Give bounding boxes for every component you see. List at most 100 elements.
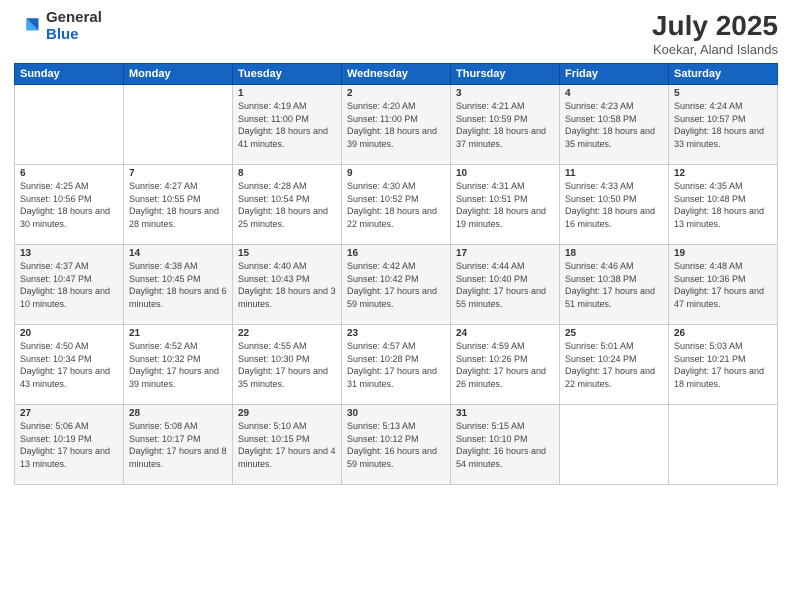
header-wednesday: Wednesday bbox=[342, 64, 451, 85]
day-info: Sunrise: 5:06 AM Sunset: 10:19 PM Daylig… bbox=[20, 420, 118, 470]
logo-icon bbox=[14, 13, 42, 41]
day-number: 20 bbox=[20, 328, 118, 339]
day-number: 15 bbox=[238, 248, 336, 259]
day-cell-3-0: 20Sunrise: 4:50 AM Sunset: 10:34 PM Dayl… bbox=[15, 325, 124, 405]
day-info: Sunrise: 5:15 AM Sunset: 10:10 PM Daylig… bbox=[456, 420, 554, 470]
header-friday: Friday bbox=[560, 64, 669, 85]
day-number: 19 bbox=[674, 248, 772, 259]
day-cell-0-1 bbox=[124, 85, 233, 165]
day-number: 5 bbox=[674, 88, 772, 99]
day-number: 17 bbox=[456, 248, 554, 259]
day-info: Sunrise: 4:23 AM Sunset: 10:58 PM Daylig… bbox=[565, 100, 663, 150]
day-cell-4-1: 28Sunrise: 5:08 AM Sunset: 10:17 PM Dayl… bbox=[124, 405, 233, 485]
day-info: Sunrise: 5:13 AM Sunset: 10:12 PM Daylig… bbox=[347, 420, 445, 470]
day-info: Sunrise: 4:20 AM Sunset: 11:00 PM Daylig… bbox=[347, 100, 445, 150]
day-number: 23 bbox=[347, 328, 445, 339]
day-cell-4-6 bbox=[669, 405, 778, 485]
logo-blue-text: Blue bbox=[46, 27, 102, 44]
day-info: Sunrise: 4:19 AM Sunset: 11:00 PM Daylig… bbox=[238, 100, 336, 150]
header-monday: Monday bbox=[124, 64, 233, 85]
day-number: 21 bbox=[129, 328, 227, 339]
day-info: Sunrise: 4:25 AM Sunset: 10:56 PM Daylig… bbox=[20, 180, 118, 230]
day-number: 30 bbox=[347, 408, 445, 419]
day-cell-3-4: 24Sunrise: 4:59 AM Sunset: 10:26 PM Dayl… bbox=[451, 325, 560, 405]
day-cell-1-3: 9Sunrise: 4:30 AM Sunset: 10:52 PM Dayli… bbox=[342, 165, 451, 245]
day-cell-2-3: 16Sunrise: 4:42 AM Sunset: 10:42 PM Dayl… bbox=[342, 245, 451, 325]
header-thursday: Thursday bbox=[451, 64, 560, 85]
day-info: Sunrise: 4:27 AM Sunset: 10:55 PM Daylig… bbox=[129, 180, 227, 230]
day-cell-1-1: 7Sunrise: 4:27 AM Sunset: 10:55 PM Dayli… bbox=[124, 165, 233, 245]
day-number: 13 bbox=[20, 248, 118, 259]
day-cell-1-0: 6Sunrise: 4:25 AM Sunset: 10:56 PM Dayli… bbox=[15, 165, 124, 245]
day-info: Sunrise: 4:52 AM Sunset: 10:32 PM Daylig… bbox=[129, 340, 227, 390]
day-info: Sunrise: 4:57 AM Sunset: 10:28 PM Daylig… bbox=[347, 340, 445, 390]
day-cell-0-6: 5Sunrise: 4:24 AM Sunset: 10:57 PM Dayli… bbox=[669, 85, 778, 165]
location: Koekar, Aland Islands bbox=[652, 42, 778, 57]
day-info: Sunrise: 5:03 AM Sunset: 10:21 PM Daylig… bbox=[674, 340, 772, 390]
day-info: Sunrise: 5:08 AM Sunset: 10:17 PM Daylig… bbox=[129, 420, 227, 470]
week-row-5: 27Sunrise: 5:06 AM Sunset: 10:19 PM Dayl… bbox=[15, 405, 778, 485]
day-cell-1-6: 12Sunrise: 4:35 AM Sunset: 10:48 PM Dayl… bbox=[669, 165, 778, 245]
weekday-header-row: Sunday Monday Tuesday Wednesday Thursday… bbox=[15, 64, 778, 85]
day-number: 26 bbox=[674, 328, 772, 339]
day-info: Sunrise: 4:55 AM Sunset: 10:30 PM Daylig… bbox=[238, 340, 336, 390]
day-number: 28 bbox=[129, 408, 227, 419]
week-row-4: 20Sunrise: 4:50 AM Sunset: 10:34 PM Dayl… bbox=[15, 325, 778, 405]
day-info: Sunrise: 4:48 AM Sunset: 10:36 PM Daylig… bbox=[674, 260, 772, 310]
logo-text: General Blue bbox=[46, 10, 102, 43]
day-cell-4-3: 30Sunrise: 5:13 AM Sunset: 10:12 PM Dayl… bbox=[342, 405, 451, 485]
day-cell-1-2: 8Sunrise: 4:28 AM Sunset: 10:54 PM Dayli… bbox=[233, 165, 342, 245]
day-number: 6 bbox=[20, 168, 118, 179]
day-cell-3-5: 25Sunrise: 5:01 AM Sunset: 10:24 PM Dayl… bbox=[560, 325, 669, 405]
day-cell-3-3: 23Sunrise: 4:57 AM Sunset: 10:28 PM Dayl… bbox=[342, 325, 451, 405]
header: General Blue July 2025 Koekar, Aland Isl… bbox=[14, 10, 778, 57]
day-number: 22 bbox=[238, 328, 336, 339]
day-cell-0-5: 4Sunrise: 4:23 AM Sunset: 10:58 PM Dayli… bbox=[560, 85, 669, 165]
day-number: 10 bbox=[456, 168, 554, 179]
day-info: Sunrise: 5:01 AM Sunset: 10:24 PM Daylig… bbox=[565, 340, 663, 390]
day-number: 7 bbox=[129, 168, 227, 179]
day-cell-0-4: 3Sunrise: 4:21 AM Sunset: 10:59 PM Dayli… bbox=[451, 85, 560, 165]
day-number: 9 bbox=[347, 168, 445, 179]
day-info: Sunrise: 4:40 AM Sunset: 10:43 PM Daylig… bbox=[238, 260, 336, 310]
day-info: Sunrise: 4:44 AM Sunset: 10:40 PM Daylig… bbox=[456, 260, 554, 310]
week-row-2: 6Sunrise: 4:25 AM Sunset: 10:56 PM Dayli… bbox=[15, 165, 778, 245]
header-tuesday: Tuesday bbox=[233, 64, 342, 85]
day-number: 11 bbox=[565, 168, 663, 179]
day-number: 8 bbox=[238, 168, 336, 179]
day-info: Sunrise: 5:10 AM Sunset: 10:15 PM Daylig… bbox=[238, 420, 336, 470]
day-cell-2-5: 18Sunrise: 4:46 AM Sunset: 10:38 PM Dayl… bbox=[560, 245, 669, 325]
day-number: 16 bbox=[347, 248, 445, 259]
day-info: Sunrise: 4:24 AM Sunset: 10:57 PM Daylig… bbox=[674, 100, 772, 150]
day-info: Sunrise: 4:35 AM Sunset: 10:48 PM Daylig… bbox=[674, 180, 772, 230]
day-cell-2-1: 14Sunrise: 4:38 AM Sunset: 10:45 PM Dayl… bbox=[124, 245, 233, 325]
day-info: Sunrise: 4:37 AM Sunset: 10:47 PM Daylig… bbox=[20, 260, 118, 310]
day-cell-2-2: 15Sunrise: 4:40 AM Sunset: 10:43 PM Dayl… bbox=[233, 245, 342, 325]
day-info: Sunrise: 4:50 AM Sunset: 10:34 PM Daylig… bbox=[20, 340, 118, 390]
day-number: 3 bbox=[456, 88, 554, 99]
week-row-1: 1Sunrise: 4:19 AM Sunset: 11:00 PM Dayli… bbox=[15, 85, 778, 165]
header-sunday: Sunday bbox=[15, 64, 124, 85]
day-number: 27 bbox=[20, 408, 118, 419]
day-number: 14 bbox=[129, 248, 227, 259]
day-number: 4 bbox=[565, 88, 663, 99]
day-cell-2-6: 19Sunrise: 4:48 AM Sunset: 10:36 PM Dayl… bbox=[669, 245, 778, 325]
day-info: Sunrise: 4:38 AM Sunset: 10:45 PM Daylig… bbox=[129, 260, 227, 310]
day-cell-0-0 bbox=[15, 85, 124, 165]
day-number: 2 bbox=[347, 88, 445, 99]
day-number: 25 bbox=[565, 328, 663, 339]
day-number: 1 bbox=[238, 88, 336, 99]
day-cell-4-5 bbox=[560, 405, 669, 485]
day-info: Sunrise: 4:46 AM Sunset: 10:38 PM Daylig… bbox=[565, 260, 663, 310]
day-number: 31 bbox=[456, 408, 554, 419]
day-cell-0-2: 1Sunrise: 4:19 AM Sunset: 11:00 PM Dayli… bbox=[233, 85, 342, 165]
day-cell-4-2: 29Sunrise: 5:10 AM Sunset: 10:15 PM Dayl… bbox=[233, 405, 342, 485]
logo-general-text: General bbox=[46, 10, 102, 27]
day-cell-3-2: 22Sunrise: 4:55 AM Sunset: 10:30 PM Dayl… bbox=[233, 325, 342, 405]
day-cell-1-5: 11Sunrise: 4:33 AM Sunset: 10:50 PM Dayl… bbox=[560, 165, 669, 245]
day-cell-2-0: 13Sunrise: 4:37 AM Sunset: 10:47 PM Dayl… bbox=[15, 245, 124, 325]
day-number: 12 bbox=[674, 168, 772, 179]
day-cell-1-4: 10Sunrise: 4:31 AM Sunset: 10:51 PM Dayl… bbox=[451, 165, 560, 245]
day-cell-2-4: 17Sunrise: 4:44 AM Sunset: 10:40 PM Dayl… bbox=[451, 245, 560, 325]
day-info: Sunrise: 4:31 AM Sunset: 10:51 PM Daylig… bbox=[456, 180, 554, 230]
